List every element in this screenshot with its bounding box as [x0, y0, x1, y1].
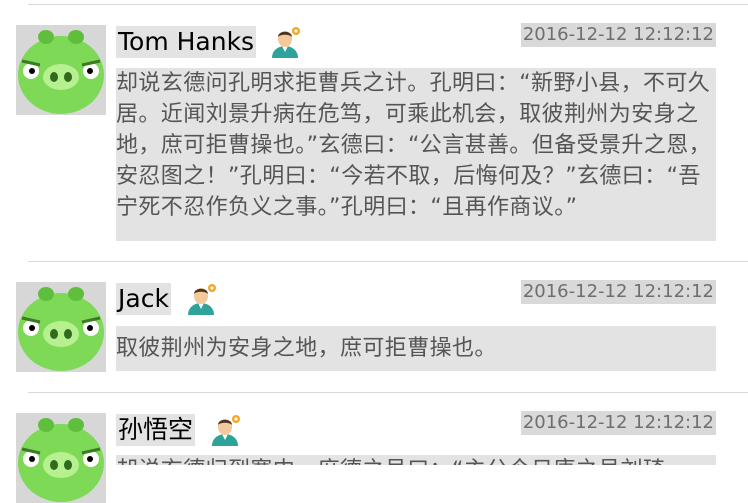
post-content: 却说玄德归到寨中，庶德之号曰：“主公今日康之号刘琦	[116, 455, 716, 465]
post-timestamp: 2016-12-12 12:12:12	[520, 280, 716, 304]
user-badge-icon	[268, 25, 302, 59]
user-name[interactable]: Tom Hanks	[116, 26, 257, 58]
user-badge-icon	[184, 282, 218, 316]
post-timestamp: 2016-12-12 12:12:12	[520, 411, 716, 435]
post-item[interactable]: Tom Hanks 2016-12-12 12:12:12 却说玄德问孔明求拒曹…	[0, 0, 748, 260]
post-content: 却说玄德问孔明求拒曹兵之计。孔明曰：“新野小县，不可久居。近闻刘景升病在危笃，可…	[116, 68, 716, 241]
post-item[interactable]: 孙悟空 2016-12-12 12:12:12 却说玄德归到寨中，庶德之号曰：“…	[0, 393, 748, 503]
green-pig-avatar-icon[interactable]	[16, 413, 106, 503]
user-name[interactable]: 孙悟空	[116, 414, 196, 446]
post-timestamp: 2016-12-12 12:12:12	[520, 23, 716, 47]
user-name[interactable]: Jack	[116, 283, 171, 315]
user-badge-icon	[208, 413, 242, 447]
post-item[interactable]: Jack 2016-12-12 12:12:12 取彼荆州为安身之地，庶可拒曹操…	[0, 262, 748, 390]
green-pig-avatar-icon[interactable]	[16, 25, 106, 115]
green-pig-avatar-icon[interactable]	[16, 282, 106, 372]
post-content: 取彼荆州为安身之地，庶可拒曹操也。	[116, 326, 716, 371]
